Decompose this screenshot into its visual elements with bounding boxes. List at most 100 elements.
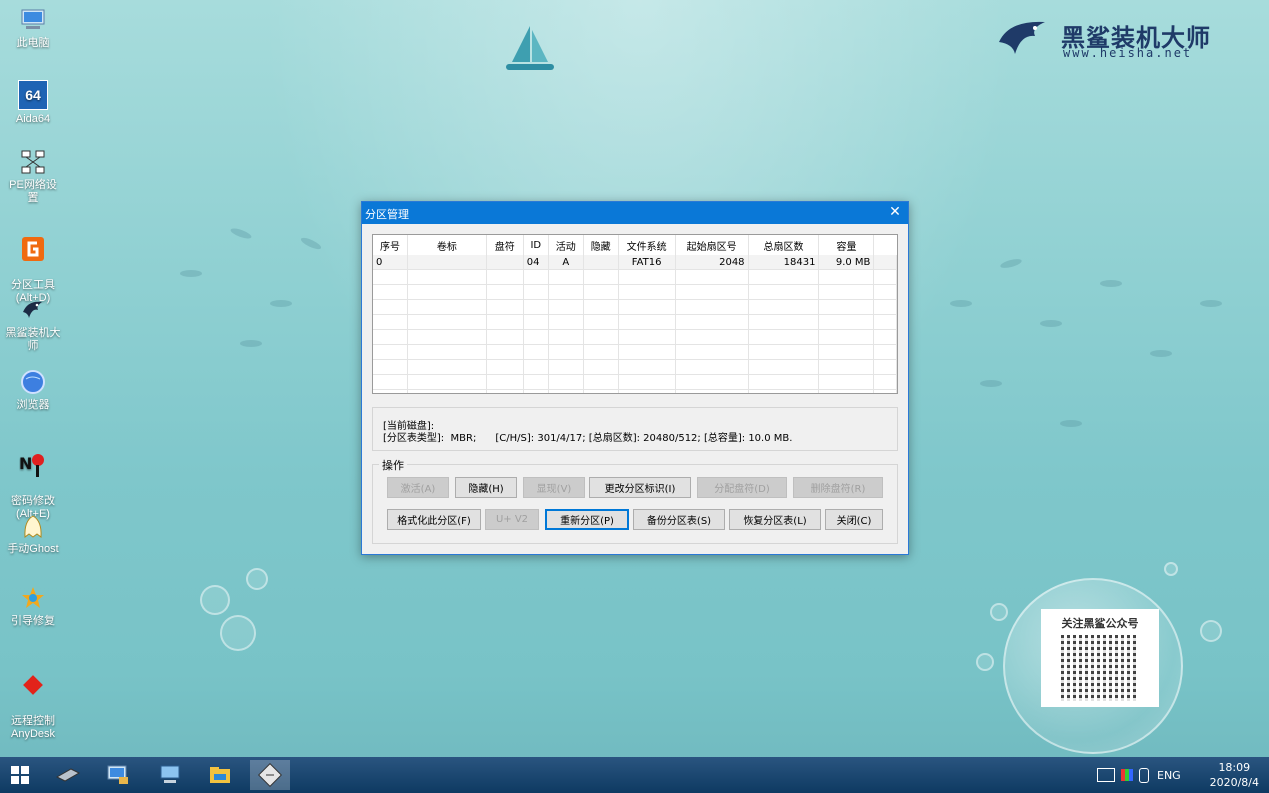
taskbar-partition-manager[interactable] [250, 760, 290, 790]
desktop-icon-ghost[interactable]: 手动Ghost [4, 512, 62, 556]
backup-table-button[interactable]: 备份分区表(S) [633, 509, 725, 530]
cell-label [407, 255, 487, 270]
sailboat-decoration [506, 26, 554, 70]
bubble-decoration [200, 585, 230, 615]
desktop-icon-label: 此电脑 [16, 37, 50, 49]
repartition-button[interactable]: 重新分区(P) [545, 509, 629, 530]
windows-icon [11, 766, 29, 784]
bubble-decoration [246, 568, 268, 590]
color-tray-icon[interactable] [1121, 769, 1133, 781]
column-header[interactable]: 总扇区数 [748, 235, 820, 255]
cell-total-sectors: 18431 [748, 255, 820, 270]
globe-icon [19, 368, 47, 396]
desktop-icon-this-pc[interactable]: 此电脑 [4, 6, 62, 50]
table-header-row: 序号 卷标 盘符 ID 活动 隐藏 文件系统 起始扇区号 总扇区数 容量 [373, 235, 897, 255]
display-icon[interactable] [1097, 768, 1115, 782]
empty-row [373, 374, 897, 390]
close-button[interactable]: 关闭(C) [825, 509, 883, 530]
partition-tool-icon [19, 235, 47, 263]
folder-icon [210, 767, 230, 783]
taskbar-explorer[interactable] [200, 760, 240, 790]
qr-card: 关注黑鲨公众号 [1041, 609, 1159, 707]
column-header-filler [873, 235, 897, 255]
desktop-icon-anydesk[interactable]: 远程控制 AnyDesk [4, 658, 62, 754]
computer-icon [19, 6, 47, 34]
show-button[interactable]: 显现(V) [523, 477, 585, 498]
network-monitor-icon [160, 765, 180, 783]
cell-filesystem: FAT16 [618, 255, 676, 270]
format-partition-button[interactable]: 格式化此分区(F) [387, 509, 481, 530]
fish-decoration [1100, 280, 1122, 287]
column-header[interactable]: 盘符 [486, 235, 524, 255]
change-partition-id-button[interactable]: 更改分区标识(I) [589, 477, 691, 498]
taskbar: ENG 18:09 2020/8/4 [0, 757, 1269, 793]
fish-decoration [1040, 320, 1062, 327]
taskbar-clock[interactable]: 18:09 2020/8/4 [1210, 760, 1259, 790]
taskbar-disk-tool[interactable] [48, 760, 88, 790]
empty-row [373, 344, 897, 360]
computer-icon [107, 765, 128, 784]
table-row[interactable]: 0 04 A FAT16 2048 18431 9.0 MB [373, 255, 897, 270]
empty-row [373, 299, 897, 315]
desktop-icon-browser[interactable]: 浏览器 [4, 368, 62, 412]
restore-table-button[interactable]: 恢复分区表(L) [729, 509, 821, 530]
cell-hidden [583, 255, 619, 270]
column-header[interactable]: 文件系统 [618, 235, 676, 255]
column-header[interactable]: 序号 [373, 235, 408, 255]
taskbar-network[interactable] [150, 760, 190, 790]
assign-letter-button[interactable]: 分配盘符(D) [697, 477, 787, 498]
desktop-icon-pe-network[interactable]: PE网络设置 [4, 148, 62, 205]
shark-logo-icon [999, 21, 1045, 54]
partition-manager-icon [258, 763, 282, 787]
partition-manager-dialog: 分区管理 ✕ 序号 卷标 盘符 ID 活动 隐藏 文件系统 起始扇区号 总扇区数… [361, 201, 909, 555]
column-header[interactable]: 起始扇区号 [675, 235, 749, 255]
start-button[interactable] [0, 760, 40, 790]
desktop-icon-label: PE网络设置 [9, 179, 57, 204]
column-header[interactable]: 卷标 [407, 235, 487, 255]
close-icon[interactable]: ✕ [882, 202, 908, 224]
usb-icon[interactable] [1139, 767, 1149, 783]
taskbar-computer[interactable] [98, 760, 138, 790]
column-header[interactable]: 活动 [548, 235, 584, 255]
desktop-icon-label: Aida64 [15, 113, 51, 125]
hide-button[interactable]: 隐藏(H) [455, 477, 517, 498]
shark-icon [19, 296, 47, 324]
column-header[interactable]: 容量 [818, 235, 875, 255]
language-indicator[interactable]: ENG [1157, 769, 1181, 782]
fish-decoration [1150, 350, 1172, 357]
operations-group: 操作 激活(A) 隐藏(H) 显现(V) 更改分区标识(I) 分配盘符(D) 删… [372, 457, 898, 544]
disk-info-box: [当前磁盘]: [分区表类型]: MBR; [C/H/S]: 301/4/17;… [372, 407, 898, 451]
column-header[interactable]: ID [523, 235, 549, 255]
activate-button[interactable]: 激活(A) [387, 477, 449, 498]
empty-row [373, 284, 897, 300]
u-v2-button[interactable]: U+ V2 [485, 509, 539, 530]
cell-capacity: 9.0 MB [818, 255, 875, 270]
desktop-icon-label: 手动Ghost [7, 543, 59, 555]
system-tray: ENG [1097, 757, 1181, 793]
network-icon [19, 148, 47, 176]
remove-letter-button[interactable]: 删除盘符(R) [793, 477, 883, 498]
partition-list[interactable]: 序号 卷标 盘符 ID 活动 隐藏 文件系统 起始扇区号 总扇区数 容量 0 0… [372, 234, 898, 394]
fish-decoration [240, 340, 262, 347]
desktop-icon-boot-repair[interactable]: 引导修复 [4, 584, 62, 628]
svg-text:N: N [19, 454, 32, 473]
fish-decoration [950, 300, 972, 307]
empty-row [373, 389, 897, 393]
fish-decoration [180, 270, 202, 277]
aida64-icon: 64 [18, 80, 48, 110]
column-header[interactable]: 隐藏 [583, 235, 619, 255]
bubble-decoration [220, 615, 256, 651]
logo-url: www.heisha.net [1063, 46, 1193, 60]
desktop-icon-label: 浏览器 [16, 399, 50, 411]
fish-decoration [229, 226, 253, 241]
fish-decoration [270, 300, 292, 307]
desktop-icon-aida64[interactable]: 64 Aida64 [4, 80, 62, 126]
anydesk-icon [19, 671, 47, 699]
bubble-decoration [990, 603, 1008, 621]
password-key-icon: N [19, 451, 47, 479]
desktop-icon-label: 黑鲨装机大师 [5, 327, 61, 352]
dialog-titlebar[interactable]: 分区管理 ✕ [362, 202, 908, 224]
desktop-icon-heisha[interactable]: 黑鲨装机大师 [4, 296, 62, 353]
fish-decoration [980, 380, 1002, 387]
cell-letter [486, 255, 524, 270]
